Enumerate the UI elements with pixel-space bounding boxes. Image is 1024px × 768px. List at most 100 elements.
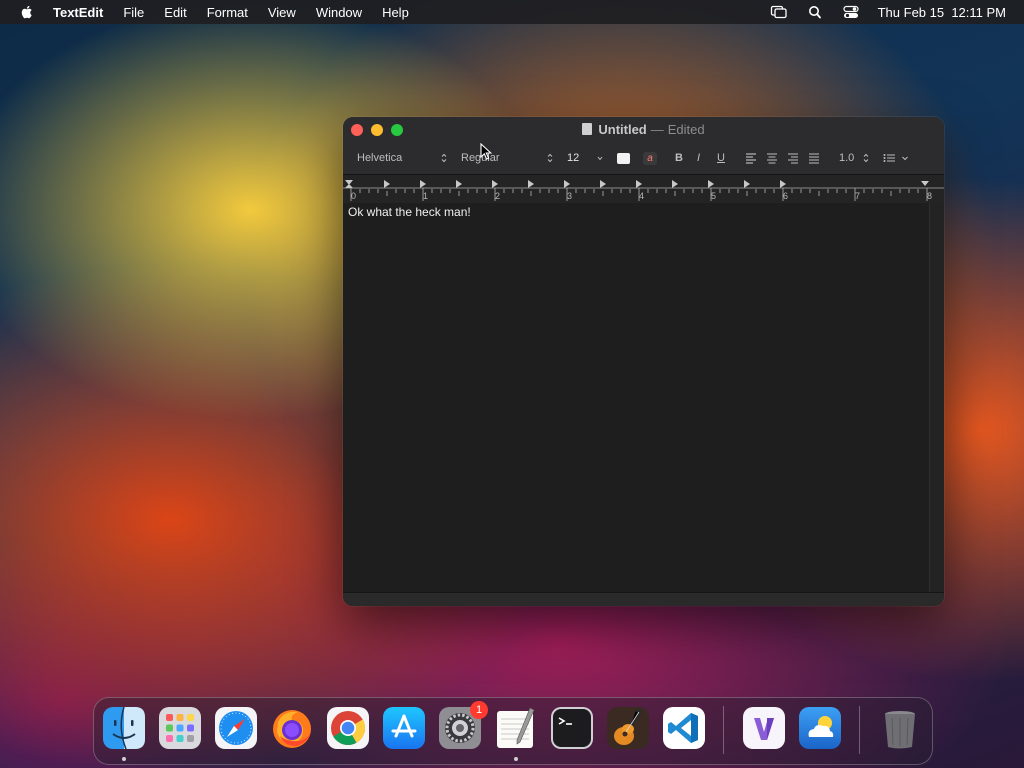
vscode-icon [663, 707, 705, 749]
align-justify-icon[interactable] [808, 152, 820, 164]
ruler-number: 1 [423, 191, 429, 201]
running-indicator [122, 757, 126, 761]
popup-arrows-icon [547, 153, 553, 163]
window-bottom-edge [343, 592, 944, 606]
running-indicator [514, 757, 518, 761]
edited-status[interactable]: Edited [668, 122, 705, 137]
dock-weather[interactable] [798, 706, 842, 750]
ruler-number: 3 [567, 191, 573, 201]
menu-file[interactable]: File [123, 5, 144, 20]
line-spacing-popup[interactable]: 1.0 [835, 149, 871, 167]
app-store-icon [383, 707, 425, 749]
align-center-icon[interactable] [766, 152, 778, 164]
document-icon[interactable] [582, 123, 593, 135]
apple-menu-icon[interactable] [19, 4, 35, 20]
visual-studio-icon [743, 707, 785, 749]
menu-help[interactable]: Help [382, 5, 409, 20]
dock-firefox[interactable] [270, 706, 314, 750]
dock-trash[interactable] [878, 706, 922, 750]
font-size-combo[interactable]: 12 [563, 149, 605, 167]
align-left-icon[interactable] [745, 152, 757, 164]
bold-button[interactable]: B [675, 149, 683, 167]
dock: 1 [93, 697, 933, 765]
text-area[interactable]: Ok what the heck man! [343, 203, 928, 593]
dock-safari[interactable] [214, 706, 258, 750]
ruler-number: 6 [783, 191, 789, 201]
italic-button[interactable]: I [697, 149, 700, 167]
font-family-popup[interactable]: Helvetica [353, 149, 449, 167]
tab-stop-marker [528, 180, 534, 188]
firefox-icon [273, 710, 311, 748]
textedit-icon [497, 707, 535, 748]
menubar-clock[interactable]: Thu Feb 15 12:11 PM [878, 5, 1006, 20]
dock-terminal[interactable] [550, 706, 594, 750]
dock-visual-studio[interactable] [742, 706, 786, 750]
ruler-number: 4 [639, 191, 645, 201]
document-text[interactable]: Ok what the heck man! [348, 205, 471, 219]
popup-arrows-icon [863, 153, 869, 163]
font-family-value: Helvetica [357, 152, 403, 164]
trash-icon [885, 711, 915, 749]
line-spacing-value: 1.0 [839, 152, 855, 164]
tab-stop-marker [384, 180, 390, 188]
dock-divider [859, 706, 860, 754]
tab-stop-marker [708, 180, 714, 188]
finder-icon [103, 706, 145, 750]
terminal-icon [551, 707, 593, 749]
tab-stop-marker [636, 180, 642, 188]
dock-launchpad[interactable] [158, 706, 202, 750]
tab-stop-marker [744, 180, 750, 188]
textedit-window: Untitled — Edited Helvetica Regular 12 a B… [343, 117, 944, 606]
right-indent-marker [921, 181, 929, 186]
ruler-number: 7 [855, 191, 861, 201]
ruler-number: 0 [351, 191, 357, 201]
chevron-down-icon [902, 156, 908, 161]
dock-finder[interactable] [102, 706, 146, 750]
dock-system-settings[interactable]: 1 [438, 701, 488, 750]
title-separator: — [650, 122, 664, 137]
weather-icon [799, 707, 841, 749]
ruler-number: 8 [927, 191, 933, 201]
dock-textedit[interactable] [494, 706, 538, 750]
vertical-scrollbar[interactable] [929, 203, 944, 593]
title-bar[interactable]: Untitled — Edited Helvetica Regular 12 a B… [343, 117, 944, 175]
menu-view[interactable]: View [268, 5, 296, 20]
tab-stop-marker [456, 180, 462, 188]
dock-garageband[interactable] [606, 706, 650, 750]
tab-stop-marker [420, 180, 426, 188]
menu-window[interactable]: Window [316, 5, 362, 20]
tab-stop-marker [672, 180, 678, 188]
dock-vscode[interactable] [662, 706, 706, 750]
dock-app-store[interactable] [382, 706, 426, 750]
dock-divider [723, 706, 724, 754]
text-color-well[interactable] [617, 153, 630, 164]
text-background-color-well[interactable]: a [643, 152, 657, 165]
safari-icon [215, 707, 257, 749]
underline-button[interactable]: U [717, 149, 725, 167]
tab-stop-marker [600, 180, 606, 188]
list-style-popup[interactable] [883, 149, 913, 167]
spotlight-search-icon[interactable] [806, 5, 824, 19]
mouse-pointer-icon [480, 143, 492, 160]
menu-bar: TextEdit File Edit Format View Window He… [0, 0, 1024, 24]
launchpad-icon [159, 707, 201, 749]
popup-arrows-icon [441, 153, 447, 163]
menu-edit[interactable]: Edit [164, 5, 186, 20]
format-toolbar: Helvetica Regular 12 a B I U 1.0 [343, 149, 944, 169]
bulleted-list-icon [883, 154, 895, 162]
font-size-value: 12 [567, 152, 580, 164]
dock-chrome[interactable] [326, 706, 370, 750]
align-right-icon[interactable] [787, 152, 799, 164]
ruler-number: 2 [495, 191, 501, 201]
menu-app-name[interactable]: TextEdit [53, 5, 103, 20]
control-center-icon[interactable] [842, 5, 860, 19]
ruler[interactable]: 0 1 2 3 4 5 6 7 8 [343, 175, 944, 204]
guitar-icon [607, 707, 649, 749]
screen-mirroring-icon[interactable] [770, 5, 788, 19]
document-name[interactable]: Untitled [598, 122, 646, 137]
chevron-down-icon [597, 156, 603, 161]
menu-format[interactable]: Format [207, 5, 248, 20]
font-style-popup[interactable]: Regular [457, 149, 555, 167]
tab-stop-marker [780, 180, 786, 188]
left-indent-marker [345, 184, 353, 188]
